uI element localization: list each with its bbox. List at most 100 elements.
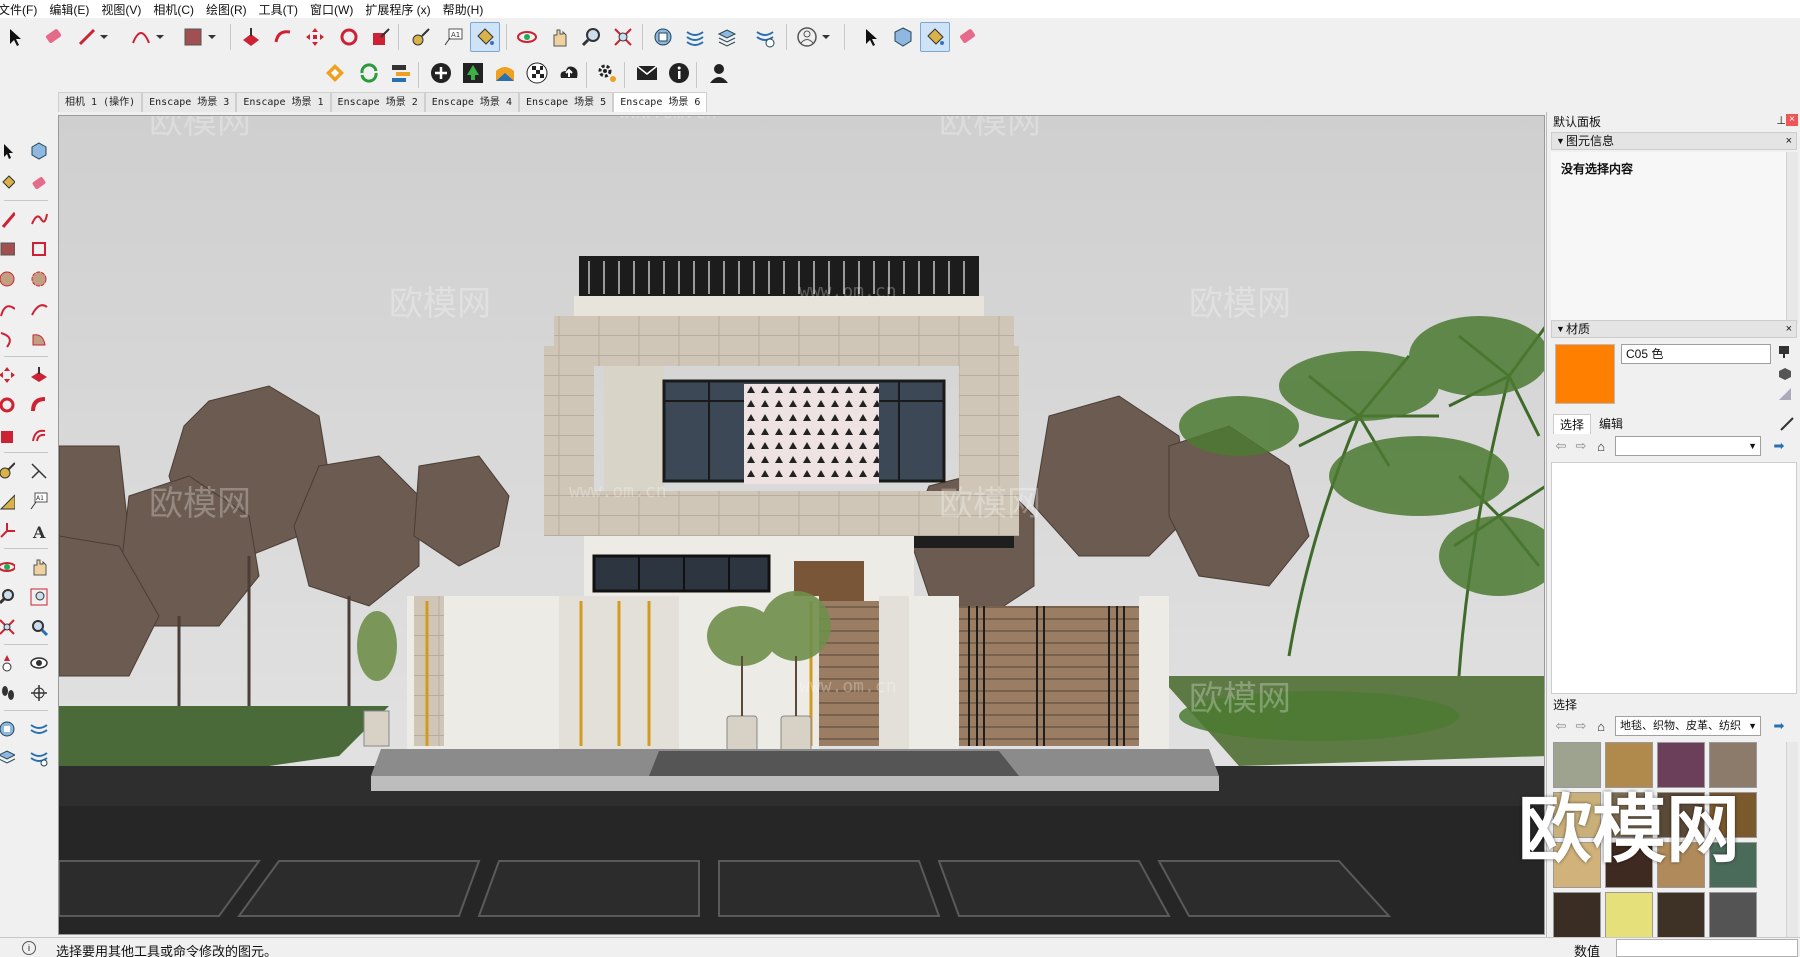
polygon-icon[interactable] [26, 266, 52, 292]
current-material-swatch[interactable] [1555, 344, 1615, 404]
protractor-icon[interactable] [0, 488, 18, 514]
collection-dropdown[interactable]: ▼ [1615, 436, 1761, 456]
zoom-icon[interactable] [0, 584, 18, 610]
home-icon[interactable]: ⌂ [1591, 716, 1611, 736]
enscape-start-icon[interactable] [320, 58, 350, 88]
rotated-rectangle-icon[interactable] [26, 236, 52, 262]
materials-browse-area[interactable] [1551, 462, 1797, 694]
library-dropdown[interactable]: 地毯、织物、皮革、纺织 ▼ [1615, 716, 1761, 736]
tab-scene[interactable]: Enscape 场景 3 [142, 92, 237, 112]
axes-icon[interactable] [0, 518, 18, 544]
forward-icon[interactable]: ⇨ [1571, 436, 1591, 456]
paint-bucket-icon[interactable] [920, 22, 950, 52]
back-icon[interactable]: ⇦ [1551, 716, 1571, 736]
enscape-account-icon[interactable] [704, 58, 734, 88]
two-point-arc-icon[interactable] [26, 296, 52, 322]
dimension-icon[interactable] [26, 458, 52, 484]
scrollbar[interactable] [1786, 742, 1798, 937]
tab-scene[interactable]: Enscape 场景 5 [518, 92, 614, 112]
tab-edit[interactable]: 编辑 [1593, 414, 1629, 434]
text-icon[interactable]: A1 [26, 488, 52, 514]
eraser-icon[interactable] [952, 22, 982, 52]
rotate-icon[interactable] [334, 22, 364, 52]
pan-icon[interactable] [544, 22, 574, 52]
chevron-down-icon[interactable] [96, 22, 112, 52]
push-pull-icon[interactable] [26, 362, 52, 388]
component-icon[interactable] [26, 138, 52, 164]
menu-edit[interactable]: 编辑(E) [43, 1, 95, 18]
pie-icon[interactable] [26, 326, 52, 352]
back-icon[interactable]: ⇦ [1551, 436, 1571, 456]
chevron-down-icon[interactable] [818, 22, 834, 52]
create-material-icon[interactable] [1777, 366, 1793, 382]
enscape-checker-icon[interactable] [522, 58, 552, 88]
sample-paint-icon[interactable] [1779, 416, 1795, 432]
extension-warehouse-icon[interactable] [26, 716, 52, 742]
rotate-icon[interactable] [0, 392, 18, 418]
tab-select[interactable]: 选择 [1553, 414, 1592, 434]
zoom-extents-icon[interactable] [608, 22, 638, 52]
details-arrow-icon[interactable]: ➡ [1769, 716, 1789, 736]
enscape-asset-library-icon[interactable] [458, 58, 488, 88]
walk-icon[interactable] [0, 680, 18, 706]
enscape-feedback-icon[interactable] [632, 58, 662, 88]
measurements-input[interactable] [1616, 939, 1798, 957]
3d-text-icon[interactable]: A [26, 518, 52, 544]
materials-header[interactable]: ▼ 材质 × [1551, 320, 1797, 338]
layout-icon[interactable] [0, 744, 18, 770]
paint-bucket-icon[interactable] [0, 170, 18, 196]
menu-file[interactable]: 文件(F) [0, 1, 43, 18]
tab-scene[interactable]: Enscape 场景 1 [236, 92, 331, 112]
home-icon[interactable]: ⌂ [1591, 436, 1611, 456]
close-icon[interactable]: × [1786, 321, 1792, 337]
warehouse-icon[interactable] [0, 716, 18, 742]
scrollbar[interactable] [1786, 152, 1798, 324]
eraser-icon[interactable] [26, 170, 52, 196]
move-icon[interactable] [300, 22, 330, 52]
circle-icon[interactable] [0, 266, 18, 292]
extension-warehouse-icon[interactable] [680, 22, 710, 52]
menu-window[interactable]: 窗口(W) [304, 1, 359, 18]
push-pull-icon[interactable] [236, 22, 266, 52]
zoom-extents-icon[interactable] [0, 614, 18, 640]
enscape-material-icon[interactable] [490, 58, 520, 88]
details-arrow-icon[interactable]: ➡ [1769, 436, 1789, 456]
previous-view-icon[interactable] [26, 614, 52, 640]
freehand-icon[interactable] [26, 206, 52, 232]
close-icon[interactable]: × [1786, 114, 1798, 126]
enscape-add-icon[interactable] [426, 58, 456, 88]
arc-icon[interactable] [0, 296, 18, 322]
three-point-arc-icon[interactable] [0, 326, 18, 352]
material-swatch[interactable] [1605, 892, 1653, 938]
look-around-icon[interactable] [26, 650, 52, 676]
extension-manager-icon[interactable] [750, 22, 780, 52]
menu-extensions[interactable]: 扩展程序 (x) [359, 1, 436, 18]
tape-measure-icon[interactable] [0, 458, 18, 484]
enscape-info-icon[interactable] [664, 58, 694, 88]
warehouse-icon[interactable] [648, 22, 678, 52]
enscape-sync-icon[interactable] [354, 58, 384, 88]
tape-measure-icon[interactable] [406, 22, 436, 52]
enscape-settings-icon[interactable] [592, 58, 622, 88]
orbit-icon[interactable] [0, 554, 18, 580]
enscape-views-icon[interactable] [386, 58, 416, 88]
component-icon[interactable] [888, 22, 918, 52]
scale-icon[interactable] [366, 22, 396, 52]
section-plane-icon[interactable] [26, 680, 52, 706]
entity-info-header[interactable]: ▼ 图元信息 × [1551, 132, 1797, 150]
eraser-icon[interactable] [38, 22, 68, 52]
follow-me-icon[interactable] [26, 392, 52, 418]
default-material-icon[interactable] [1777, 386, 1793, 402]
tab-scene[interactable]: Enscape 场景 4 [424, 92, 519, 112]
display-secondary-icon[interactable] [1777, 344, 1793, 360]
scale-icon[interactable] [0, 422, 18, 448]
extension-manager-icon[interactable] [26, 744, 52, 770]
close-icon[interactable]: × [1786, 133, 1792, 149]
forward-icon[interactable]: ⇨ [1571, 716, 1591, 736]
pencil-icon[interactable] [0, 206, 18, 232]
follow-me-icon[interactable] [268, 22, 298, 52]
chevron-down-icon[interactable] [204, 22, 220, 52]
menu-help[interactable]: 帮助(H) [437, 1, 490, 18]
pan-icon[interactable] [26, 554, 52, 580]
tab-scene[interactable]: Enscape 场景 2 [330, 92, 425, 112]
